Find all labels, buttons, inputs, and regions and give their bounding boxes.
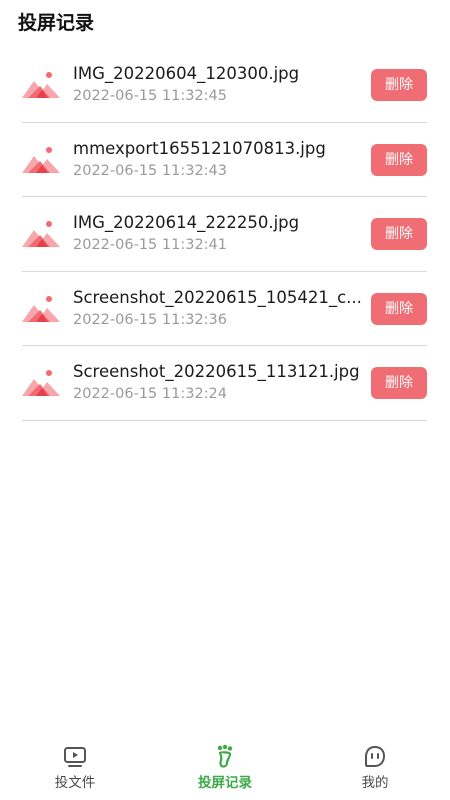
file-name: IMG_20220604_120300.jpg	[73, 64, 300, 83]
list-item[interactable]: Screenshot_20220615_113121.jpg 2022-06-1…	[22, 346, 427, 421]
delete-button[interactable]: 删除	[371, 367, 427, 399]
record-timestamp: 2022-06-15 11:32:45	[73, 88, 227, 104]
bottom-tab-bar: 投文件 投屏记录 我的	[0, 736, 450, 800]
tab-label: 投文件	[54, 775, 96, 791]
tab-label: 投屏记录	[198, 775, 252, 791]
tab-cast-history[interactable]: 投屏记录	[175, 744, 275, 792]
delete-button[interactable]: 删除	[371, 218, 427, 250]
tab-mine[interactable]: 我的	[325, 744, 425, 792]
file-name: IMG_20220614_222250.jpg	[73, 213, 300, 232]
file-name: mmexport1655121070813.jpg	[73, 138, 326, 158]
record-timestamp: 2022-06-15 11:32:43	[73, 162, 227, 179]
list-item[interactable]: Screenshot_20220615_105421_c... 2022-06-…	[22, 272, 427, 346]
record-timestamp: 2022-06-15 11:32:24	[73, 386, 227, 402]
record-timestamp: 2022-06-15 11:32:36	[73, 311, 227, 328]
play-screen-icon	[64, 747, 86, 767]
image-thumbnail-icon	[22, 72, 60, 98]
record-list: IMG_20220604_120300.jpg 2022-06-15 11:32…	[22, 48, 427, 421]
file-name: Screenshot_20220615_105421_c...	[73, 287, 362, 307]
header: 投屏记录	[18, 10, 94, 36]
file-name: Screenshot_20220615_113121.jpg	[73, 362, 360, 381]
list-item[interactable]: IMG_20220604_120300.jpg 2022-06-15 11:32…	[22, 48, 427, 123]
record-timestamp: 2022-06-15 11:32:41	[73, 237, 227, 253]
list-item[interactable]: IMG_20220614_222250.jpg 2022-06-15 11:32…	[22, 197, 427, 272]
page-title: 投屏记录	[18, 12, 95, 34]
delete-button[interactable]: 删除	[371, 69, 427, 101]
chat-face-icon	[365, 746, 385, 767]
image-thumbnail-icon	[22, 370, 60, 396]
delete-button[interactable]: 删除	[371, 292, 427, 325]
image-thumbnail-icon	[22, 221, 60, 247]
tab-cast-file[interactable]: 投文件	[25, 744, 125, 792]
tab-label: 我的	[361, 775, 389, 791]
list-item[interactable]: mmexport1655121070813.jpg 2022-06-15 11:…	[22, 123, 427, 197]
footprint-icon	[217, 744, 233, 768]
image-thumbnail-icon	[22, 146, 60, 173]
image-thumbnail-icon	[22, 295, 60, 322]
delete-button[interactable]: 删除	[371, 143, 427, 176]
